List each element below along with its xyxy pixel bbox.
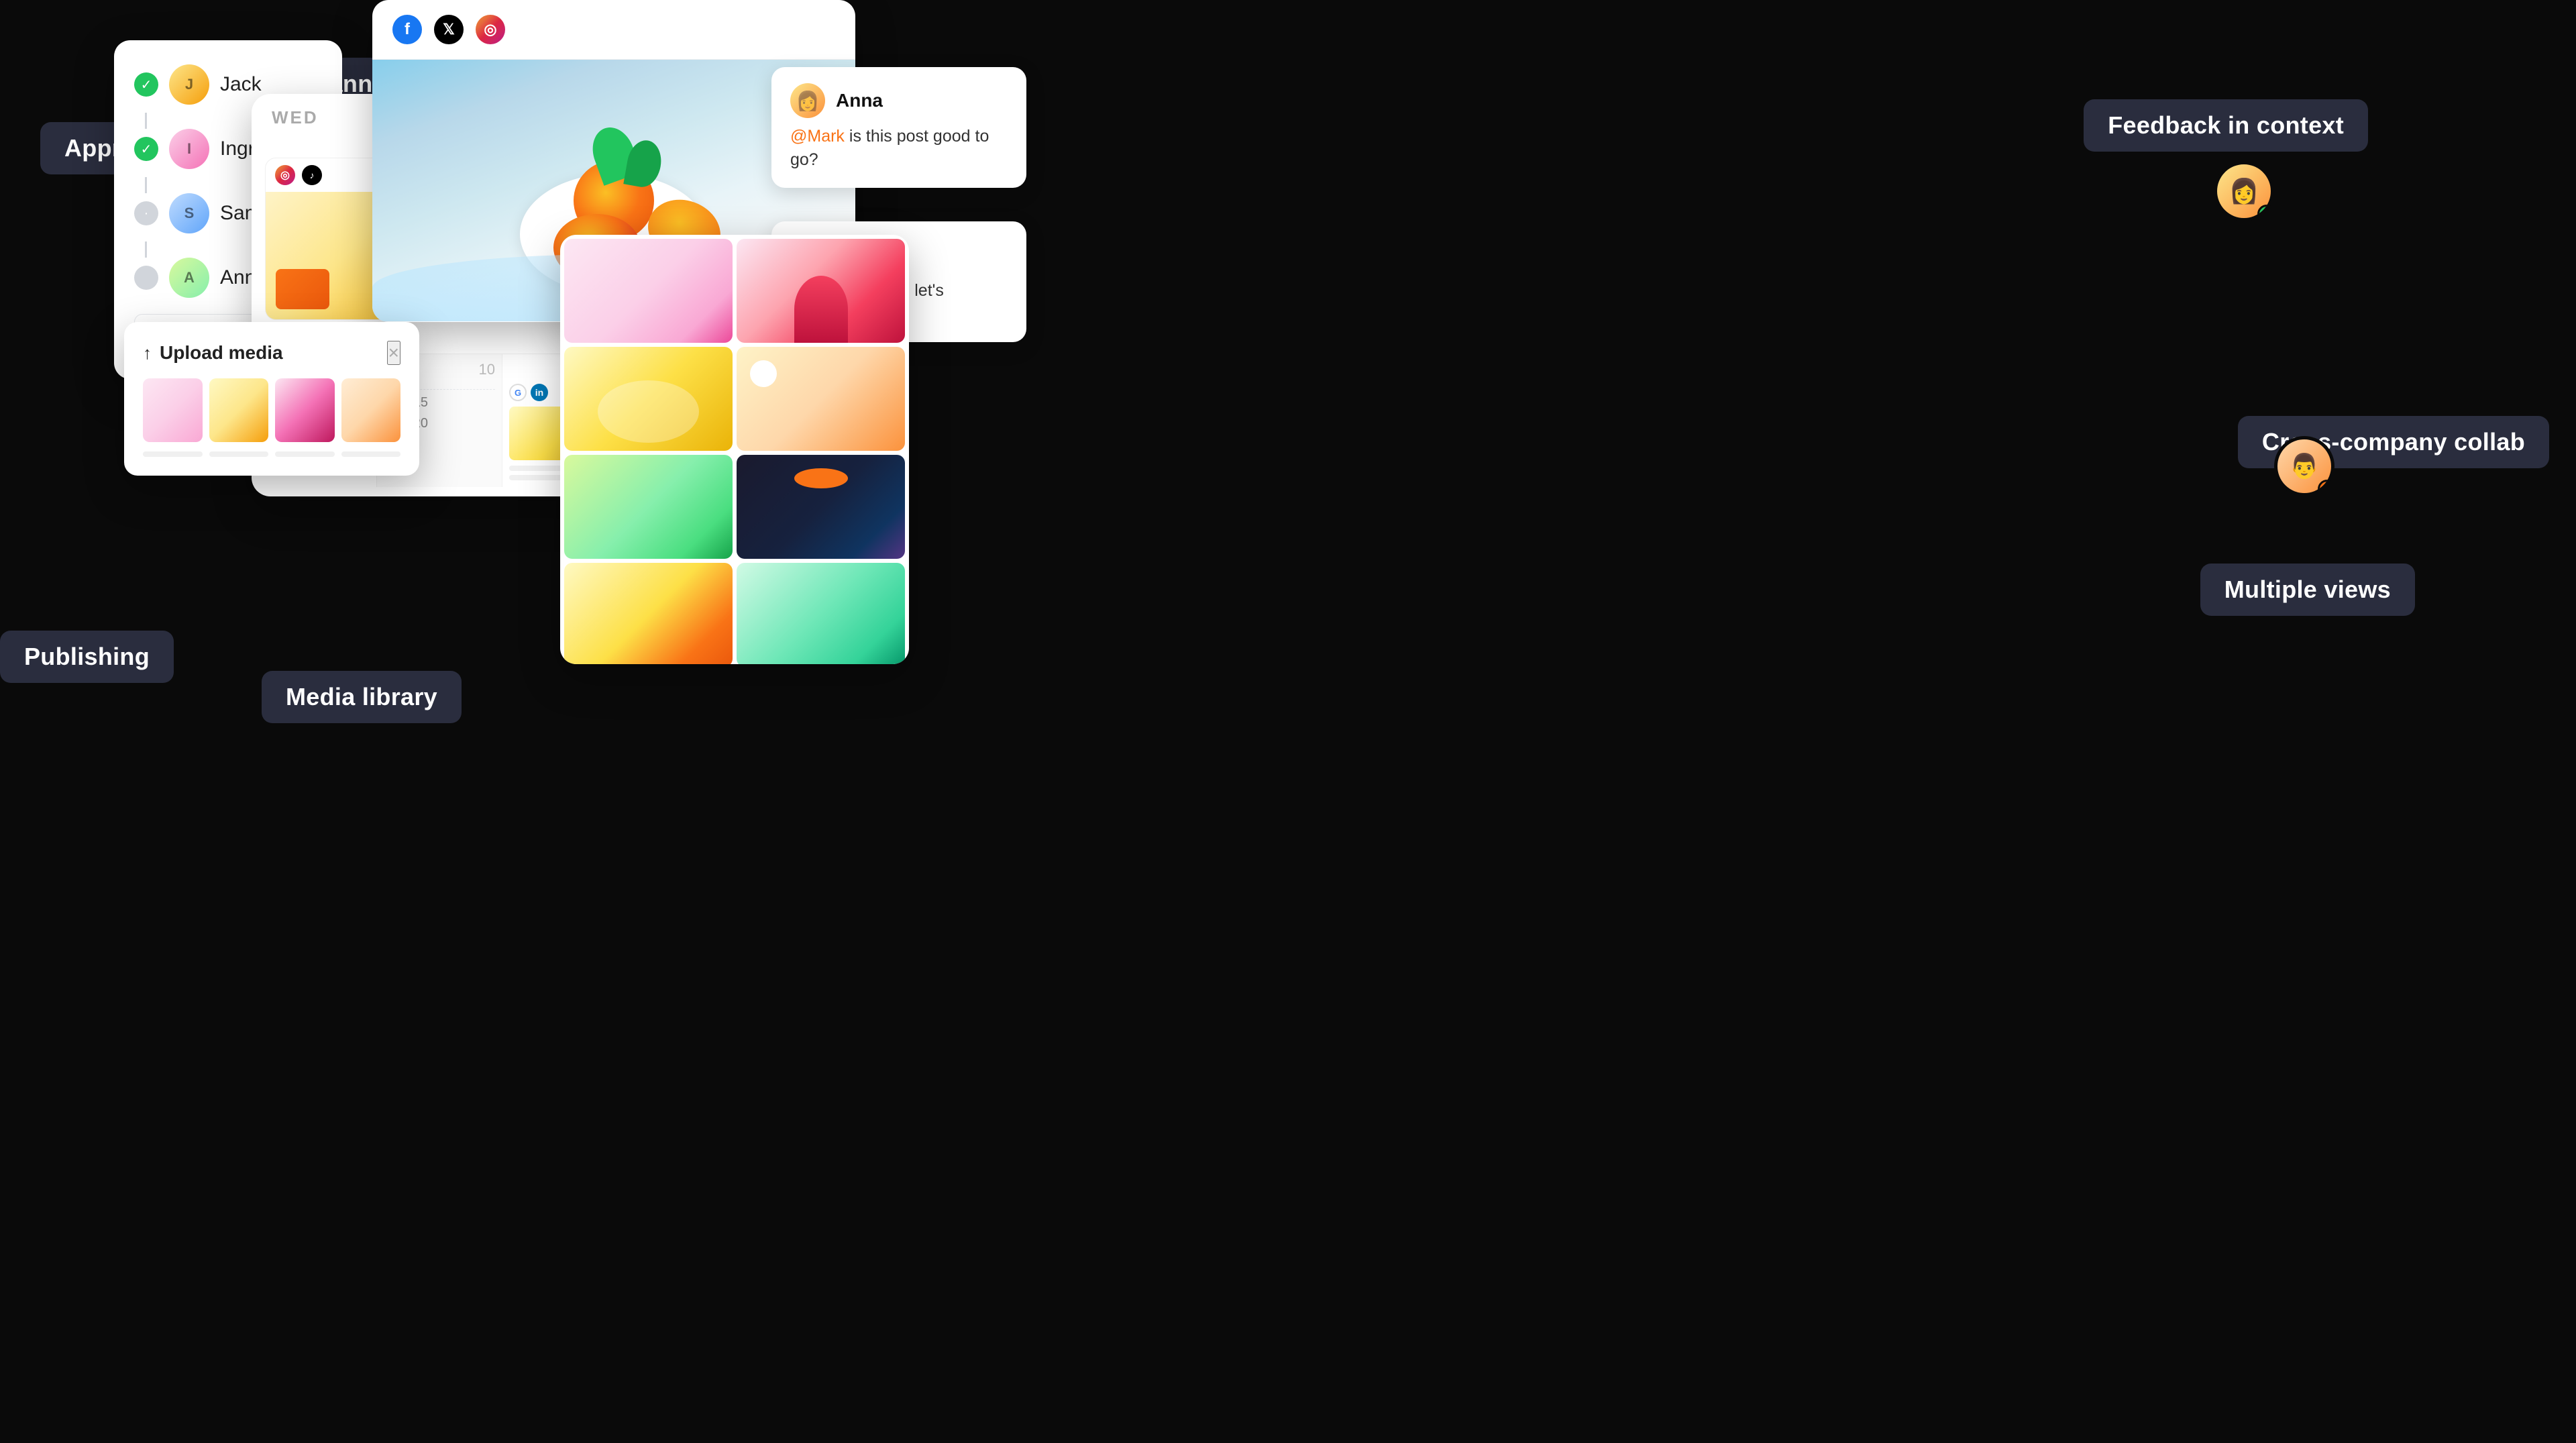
anna-mention: @Mark: [790, 127, 845, 146]
check-anne: [134, 266, 158, 290]
upload-media-card[interactable]: ↑ Upload media ×: [124, 322, 419, 476]
multiple-views-label: Multiple views: [2200, 564, 2415, 616]
media-cell-2: [737, 239, 905, 343]
upload-close-button[interactable]: ×: [387, 341, 400, 365]
media-thumbs-grid: [143, 378, 400, 442]
media-cell-8: [737, 563, 905, 664]
collab-avatar-2: 👨 ▶: [2274, 436, 2334, 496]
google-icon: G: [509, 384, 527, 401]
upload-header: ↑ Upload media ×: [143, 341, 400, 365]
media-cell-6: [737, 455, 905, 559]
feedback-in-context-label: Feedback in context: [2084, 99, 2368, 152]
avatar-ingrid: I: [169, 129, 209, 169]
check-jack: ✓: [134, 72, 158, 97]
media-cell-3: [564, 347, 733, 451]
comment-anna: 👩 Anna @Mark is this post good to go?: [771, 67, 1026, 188]
ig-main-icon: ◎: [476, 15, 505, 44]
thumb-1: [143, 378, 203, 442]
collab-avatar-2-dot: ▶: [2318, 480, 2334, 496]
avatar-anne: A: [169, 258, 209, 298]
comment-anna-header: 👩 Anna: [790, 83, 1008, 118]
check-ingrid: ✓: [134, 137, 158, 161]
instagram-icon-1: ◎: [275, 165, 295, 185]
thumb-2: [209, 378, 269, 442]
fb-main-icon: f: [392, 15, 422, 44]
media-cell-7: [564, 563, 733, 664]
main-social-bar: f 𝕏 ◎: [372, 0, 855, 60]
thumb-3: [275, 378, 335, 442]
tw-main-icon: 𝕏: [434, 15, 464, 44]
thumb-4: [341, 378, 401, 442]
timeline-line-2: [145, 177, 147, 193]
timeline-line-1: [145, 113, 147, 129]
timeline-line-3: [145, 242, 147, 258]
avatar-anna-comment: 👩: [790, 83, 825, 118]
upload-title: ↑ Upload media: [143, 342, 283, 364]
thumb-labels: [143, 451, 400, 457]
name-jack: Jack: [220, 73, 262, 96]
upload-title-text: Upload media: [160, 342, 283, 364]
upload-icon: ↑: [143, 343, 152, 364]
media-grid: [560, 235, 909, 664]
fruit-decoration: [276, 269, 329, 309]
tiktok-icon-1: ♪: [302, 165, 322, 185]
media-library-label: Media library: [262, 671, 462, 723]
collab-avatar-1: 👩 ▲: [2214, 161, 2274, 221]
media-cell-5: [564, 455, 733, 559]
anna-comment-text: @Mark is this post good to go?: [790, 125, 1008, 172]
linkedin-icon: in: [531, 384, 548, 401]
collab-avatar-1-dot: ▲: [2257, 205, 2274, 221]
media-grid-card: [560, 235, 909, 664]
check-samuel: ·: [134, 201, 158, 225]
avatar-jack: J: [169, 64, 209, 105]
anna-name: Anna: [836, 90, 883, 111]
media-cell-1: [564, 239, 733, 343]
media-cell-4: [737, 347, 905, 451]
publishing-label: Publishing: [0, 631, 174, 683]
avatar-samuel: S: [169, 193, 209, 233]
